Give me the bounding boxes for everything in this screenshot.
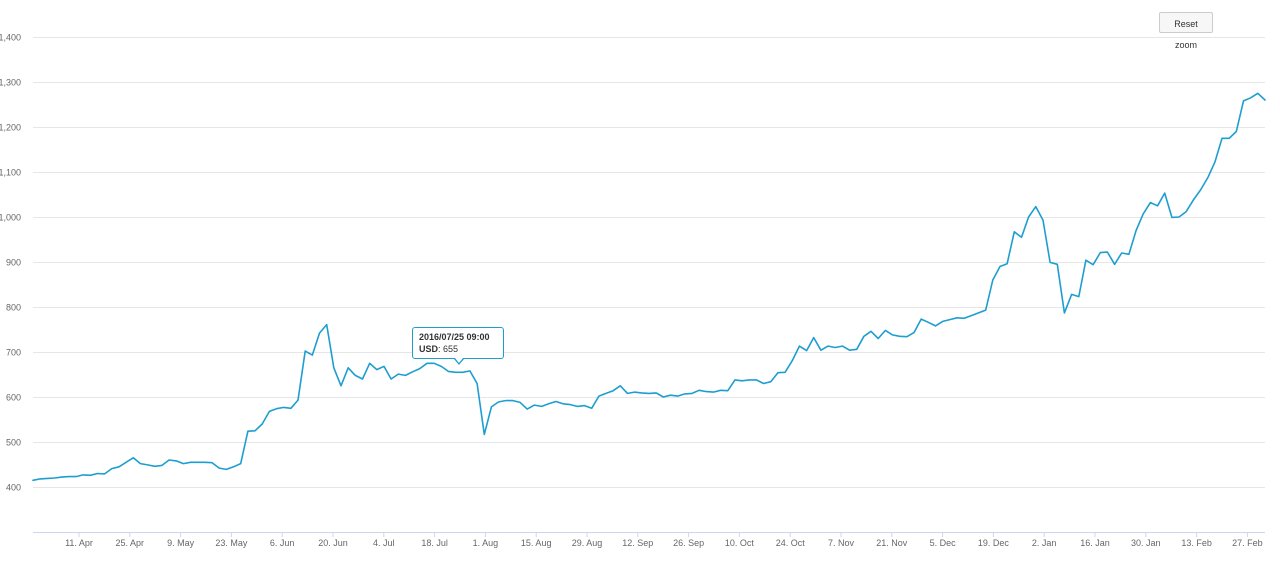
x-tick-label: 27. Feb [1232,538,1263,548]
price-chart: 400 500 600 700 800 900 1,000 1,100 1,200 1,300 1,… [0,0,1280,563]
y-tick-label: 1,300 [0,78,21,88]
x-tick-label: 10. Oct [725,538,755,548]
tooltip-series-name: USD [419,344,439,354]
x-tick-label: 13. Feb [1181,538,1212,548]
x-tick-label: 16. Jan [1080,538,1110,548]
x-tick-label: 1. Aug [473,538,499,548]
y-tick-label: 700 [6,348,21,358]
x-tick-label: 4. Jul [373,538,395,548]
line-chart-svg: 400 500 600 700 800 900 1,000 1,100 1,200 1,300 1,… [0,33,1266,548]
y-tick-label: 800 [6,303,21,313]
x-tick-label: 24. Oct [776,538,806,548]
series-line-usd [32,92,1266,482]
x-tick-label: 7. Nov [828,538,855,548]
x-tick-label: 15. Aug [521,538,552,548]
x-tick-label: 25. Apr [116,538,145,548]
y-tick-label: 1,100 [0,168,21,178]
x-tick-label: 12. Sep [622,538,653,548]
x-tick-label: 30. Jan [1131,538,1161,548]
x-tick-label: 21. Nov [876,538,908,548]
y-tick-label: 1,200 [0,123,21,133]
y-tick-label: 1,400 [0,33,21,43]
tooltip-value: 655 [443,344,459,354]
y-tick-label: 400 [6,483,21,493]
tooltip-date: 2016/07/25 09:00 [419,332,490,342]
x-tick-label: 6. Jun [270,538,295,548]
y-tick-label: 900 [6,258,21,268]
x-tick-label: 5. Dec [930,538,957,548]
reset-zoom-button[interactable]: Reset zoom [1159,12,1213,50]
x-tick-label: 11. Apr [65,538,93,548]
x-tick-label: 18. Jul [421,538,448,548]
x-tick-label: 20. Jun [318,538,348,548]
x-tick-label: 19. Dec [978,538,1010,548]
y-tick-label: 500 [6,438,21,448]
tooltip-pointer-fill [455,358,463,363]
x-tick-label: 29. Aug [572,538,603,548]
y-tick-label: 1,000 [0,213,21,223]
x-tick-label: 23. May [215,538,248,548]
chart-tooltip: 2016/07/25 09:00 USD: 655 [412,327,504,359]
x-tick-label: 2. Jan [1032,538,1057,548]
x-tick-label: 9. May [167,538,195,548]
y-tick-label: 600 [6,393,21,403]
x-tick-label: 26. Sep [673,538,704,548]
